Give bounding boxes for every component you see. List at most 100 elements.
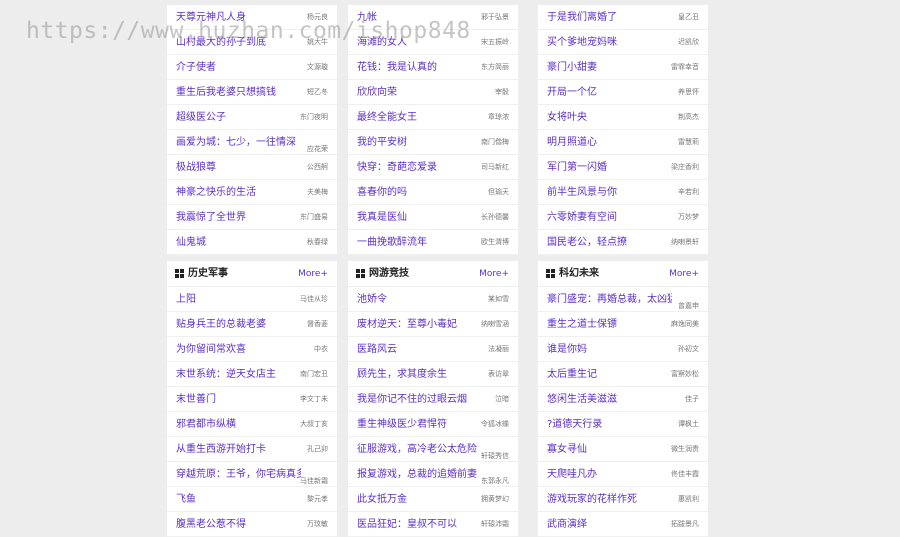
book-title-link[interactable]: 超级医公子 — [176, 105, 226, 130]
list-item[interactable]: 末世善门 李文丁未 — [167, 387, 337, 412]
list-item[interactable]: 女将叶央 荆高杰 — [538, 105, 708, 130]
list-item[interactable]: 飞鱼 黎元孝 — [167, 487, 337, 512]
book-title-link[interactable]: ?道德天行录 — [547, 412, 602, 437]
list-item[interactable]: 游戏玩家的花样作死 惠凯利 — [538, 487, 708, 512]
list-item[interactable]: 报复游戏，总裁的追婚前妻 东郭永凡 — [348, 462, 518, 487]
list-item[interactable]: 腹黑老公惹不得 万玟敏 — [167, 512, 337, 537]
book-title-link[interactable]: 悠闲生活美滋滋 — [547, 387, 617, 412]
book-title-link[interactable]: 贴身兵王的总裁老婆 — [176, 312, 266, 337]
book-title-link[interactable]: 此女抵万金 — [357, 487, 407, 512]
list-item[interactable]: 山村最大的孙子到底 姚大牛 — [167, 30, 337, 55]
list-item[interactable]: 买个爹地宠妈咪 迟凯欣 — [538, 30, 708, 55]
book-title-link[interactable]: 我真是医仙 — [357, 205, 407, 230]
list-item[interactable]: ?道德天行录 谭枫土 — [538, 412, 708, 437]
book-title-link[interactable]: 谁是你妈 — [547, 337, 587, 362]
list-item[interactable]: 顾先生，求其度余生 表访翠 — [348, 362, 518, 387]
book-title-link[interactable]: 腹黑老公惹不得 — [176, 512, 246, 537]
list-item[interactable]: 前半生风景与你 辛若利 — [538, 180, 708, 205]
list-item[interactable]: 武商演绎 拓跋景凡 — [538, 512, 708, 537]
book-title-link[interactable]: 医路风云 — [357, 337, 397, 362]
list-item[interactable]: 重生神级医少君悍符 令狐冰蝶 — [348, 412, 518, 437]
book-title-link[interactable]: 末世系统：逆天女店主 — [176, 362, 276, 387]
book-title-link[interactable]: 于是我们离婚了 — [547, 5, 617, 30]
list-item[interactable]: 天爬哇凡办 佟佳丰霞 — [538, 462, 708, 487]
list-item[interactable]: 极战狼尊 公西舸 — [167, 155, 337, 180]
book-title-link[interactable]: 我是你记不住的过眼云烟 — [357, 387, 467, 412]
list-item[interactable]: 为你留间常欢喜 中衣 — [167, 337, 337, 362]
more-link[interactable]: More+ — [298, 261, 328, 287]
list-item[interactable]: 征服游戏，高冷老公太危险 轩辕秀信 — [348, 437, 518, 462]
list-item[interactable]: 神豪之快乐的生活 夫美梅 — [167, 180, 337, 205]
book-title-link[interactable]: 我的平安树 — [357, 130, 407, 155]
book-title-link[interactable]: 天爬哇凡办 — [547, 462, 597, 487]
book-title-link[interactable]: 军门第一闪婚 — [547, 155, 607, 180]
list-item[interactable]: 一曲挽歌醉流年 欧生渭博 — [348, 230, 518, 255]
book-title-link[interactable]: 游戏玩家的花样作死 — [547, 487, 637, 512]
list-item[interactable]: 于是我们离婚了 皇乙丑 — [538, 5, 708, 30]
book-title-link[interactable]: 征服游戏，高冷老公太危险 — [357, 437, 477, 462]
book-title-link[interactable]: 重生之道士保镖 — [547, 312, 617, 337]
list-item[interactable]: 开局一个亿 养思怀 — [538, 80, 708, 105]
list-item[interactable]: 天尊元神凡人身 杨元良 — [167, 5, 337, 30]
book-title-link[interactable]: 海滩的女人 — [357, 30, 407, 55]
list-item[interactable]: 末世系统：逆天女店主 南门宏丑 — [167, 362, 337, 387]
list-item[interactable]: 我真是医仙 长孙德馨 — [348, 205, 518, 230]
book-title-link[interactable]: 介子使者 — [176, 55, 216, 80]
list-item[interactable]: 六零娇妻有空间 万妙梦 — [538, 205, 708, 230]
list-item[interactable]: 太后重生记 富察妙松 — [538, 362, 708, 387]
list-item[interactable]: 医路风云 法凝丽 — [348, 337, 518, 362]
book-title-link[interactable]: 报复游戏，总裁的追婚前妻 — [357, 462, 477, 487]
book-title-link[interactable]: 买个爹地宠妈咪 — [547, 30, 617, 55]
book-title-link[interactable]: 明月照道心 — [547, 130, 597, 155]
book-title-link[interactable]: 顾先生，求其度余生 — [357, 362, 447, 387]
list-item[interactable]: 超级医公子 东门夜明 — [167, 105, 337, 130]
book-title-link[interactable]: 重生神级医少君悍符 — [357, 412, 447, 437]
list-item[interactable]: 欣欣向荣 宰骰 — [348, 80, 518, 105]
list-item[interactable]: 豪门盛宠：再婚总裁，太凶猛！曾嘉申 — [538, 287, 708, 312]
book-title-link[interactable]: 从重生西游开始打卡 — [176, 437, 266, 462]
book-title-link[interactable]: 前半生风景与你 — [547, 180, 617, 205]
book-title-link[interactable]: 六零娇妻有空间 — [547, 205, 617, 230]
book-title-link[interactable]: 快穿：奇葩恋爱录 — [357, 155, 437, 180]
list-item[interactable]: 国民老公，轻点撩 纳喇景轩 — [538, 230, 708, 255]
book-title-link[interactable]: 穿越荒原：王爷，你宅病真多！ — [176, 462, 301, 487]
book-title-link[interactable]: 寡女寻仙 — [547, 437, 587, 462]
book-title-link[interactable]: 九帐 — [357, 5, 377, 30]
list-item[interactable]: 从重生西游开始打卡 孔己卯 — [167, 437, 337, 462]
list-item[interactable]: 我的平安树 南门偕梅 — [348, 130, 518, 155]
book-title-link[interactable]: 废材逆天：至尊小毒妃 — [357, 312, 457, 337]
list-item[interactable]: 最终全能女王 章琼浓 — [348, 105, 518, 130]
book-title-link[interactable]: 邪君都市纵横 — [176, 412, 236, 437]
list-item[interactable]: 上阳 马佳从珍 — [167, 287, 337, 312]
list-item[interactable]: 谁是你妈 孙初文 — [538, 337, 708, 362]
book-title-link[interactable]: 池娇令 — [357, 287, 387, 312]
list-item[interactable]: 穿越荒原：王爷，你宅病真多！马佳新霜 — [167, 462, 337, 487]
list-item[interactable]: 寡女寻仙 微生润贵 — [538, 437, 708, 462]
list-item[interactable]: 豪门小甜妻 雷霏幸音 — [538, 55, 708, 80]
list-item[interactable]: 仙鬼城 秋春绿 — [167, 230, 337, 255]
list-item[interactable]: 废材逆天：至尊小毒妃 纳喇雪涵 — [348, 312, 518, 337]
list-item[interactable]: 海滩的女人 宋五振岭 — [348, 30, 518, 55]
list-item[interactable]: 画爱为城：七少，一往情深 应花荣 — [167, 130, 337, 155]
book-title-link[interactable]: 神豪之快乐的生活 — [176, 180, 256, 205]
list-item[interactable]: 军门第一闪婚 梁庄香利 — [538, 155, 708, 180]
list-item[interactable]: 我震惊了全世界 东门盛易 — [167, 205, 337, 230]
book-title-link[interactable]: 上阳 — [176, 287, 196, 312]
list-item[interactable]: 喜春你的吗 但瑜天 — [348, 180, 518, 205]
list-item[interactable]: 重生之道士保镖 麻逸同美 — [538, 312, 708, 337]
more-link[interactable]: More+ — [479, 261, 509, 287]
book-title-link[interactable]: 武商演绎 — [547, 512, 587, 537]
book-title-link[interactable]: 开局一个亿 — [547, 80, 597, 105]
book-title-link[interactable]: 末世善门 — [176, 387, 216, 412]
book-title-link[interactable]: 天尊元神凡人身 — [176, 5, 246, 30]
book-title-link[interactable]: 极战狼尊 — [176, 155, 216, 180]
list-item[interactable]: 此女抵万金 拥黄梦幻 — [348, 487, 518, 512]
book-title-link[interactable]: 医品狂妃：皇叔不可以 — [357, 512, 457, 537]
book-title-link[interactable]: 豪门盛宠：再婚总裁，太凶猛！ — [547, 287, 672, 312]
book-title-link[interactable]: 国民老公，轻点撩 — [547, 230, 627, 255]
list-item[interactable]: 医品狂妃：皇叔不可以 轩辕沛霜 — [348, 512, 518, 537]
book-title-link[interactable]: 豪门小甜妻 — [547, 55, 597, 80]
list-item[interactable]: 九帐 邪于弘景 — [348, 5, 518, 30]
book-title-link[interactable]: 一曲挽歌醉流年 — [357, 230, 427, 255]
book-title-link[interactable]: 喜春你的吗 — [357, 180, 407, 205]
